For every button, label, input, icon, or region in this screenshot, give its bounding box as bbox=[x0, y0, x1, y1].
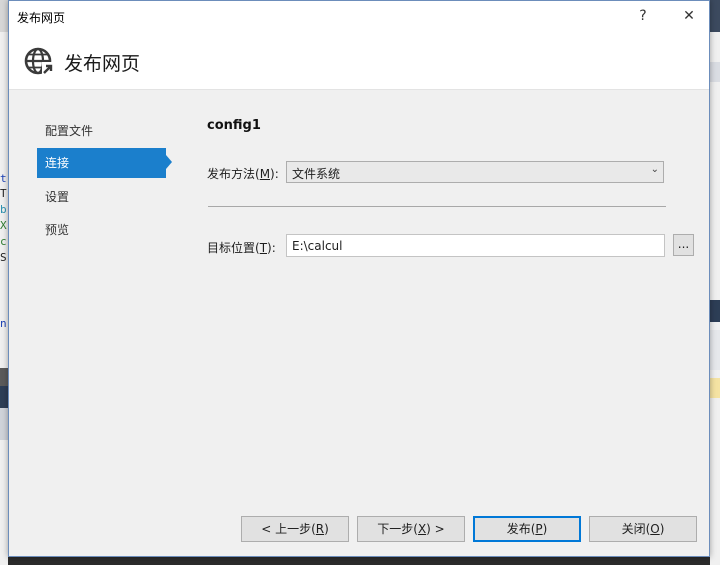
background-code-fragment: b bbox=[0, 204, 7, 216]
background-title-band bbox=[710, 0, 720, 32]
target-location-field[interactable] bbox=[286, 234, 665, 257]
profile-name-heading: config1 bbox=[207, 118, 261, 133]
background-panel-band bbox=[0, 386, 8, 408]
dialog-header: 发布网页 bbox=[9, 31, 709, 90]
close-window-button[interactable]: ✕ bbox=[669, 1, 709, 31]
publish-method-value: 文件系统 bbox=[292, 167, 341, 181]
title-bar: 发布网页 ? ✕ bbox=[9, 1, 709, 31]
browse-button[interactable]: ... bbox=[673, 234, 694, 256]
chevron-down-icon: ⌄ bbox=[650, 164, 659, 175]
previous-button[interactable]: < 上一步(R) bbox=[241, 516, 349, 542]
close-button[interactable]: 关闭(O) bbox=[589, 516, 697, 542]
background-code-fragment: c bbox=[0, 236, 7, 248]
background-code-fragment: X bbox=[0, 220, 7, 232]
nav-item-preview[interactable]: 预览 bbox=[37, 215, 166, 245]
background-code-fragment: S bbox=[0, 252, 7, 264]
nav-item-connection[interactable]: 连接 bbox=[37, 148, 166, 178]
background-editor-left-strip: t T b X c S n bbox=[0, 0, 8, 565]
background-code-fragment: t bbox=[0, 173, 7, 185]
publish-method-select[interactable]: 文件系统 ⌄ bbox=[286, 161, 664, 183]
background-tab-band bbox=[710, 62, 720, 82]
next-button[interactable]: 下一步(X) > bbox=[357, 516, 465, 542]
nav-active-pointer bbox=[166, 155, 172, 169]
background-highlight-band bbox=[710, 378, 720, 398]
background-code-fragment: T bbox=[0, 188, 7, 200]
background-status-band bbox=[0, 368, 8, 386]
publish-web-dialog: 发布网页 ? ✕ 发布网页 配置文件 连接 设置 预览 config1 发布方法… bbox=[8, 0, 710, 557]
target-location-input[interactable] bbox=[287, 235, 664, 256]
globe-arrow-icon bbox=[23, 45, 55, 77]
publish-method-label: 发布方法(M): bbox=[207, 167, 279, 181]
target-location-label: 目标位置(T): bbox=[207, 241, 276, 255]
background-toolbar-band bbox=[0, 0, 8, 32]
window-title: 发布网页 bbox=[17, 11, 66, 25]
header-title: 发布网页 bbox=[64, 53, 141, 75]
publish-button[interactable]: 发布(P) bbox=[473, 516, 581, 542]
background-code-fragment: n bbox=[0, 318, 7, 330]
nav-item-profile[interactable]: 配置文件 bbox=[37, 116, 166, 146]
section-divider bbox=[208, 206, 666, 207]
background-panel-band bbox=[710, 300, 720, 322]
background-editor-right-strip bbox=[710, 0, 720, 565]
background-panel-band bbox=[0, 408, 8, 440]
help-button[interactable]: ? bbox=[623, 1, 663, 31]
nav-item-settings[interactable]: 设置 bbox=[37, 182, 166, 212]
background-panel-band bbox=[710, 330, 720, 370]
